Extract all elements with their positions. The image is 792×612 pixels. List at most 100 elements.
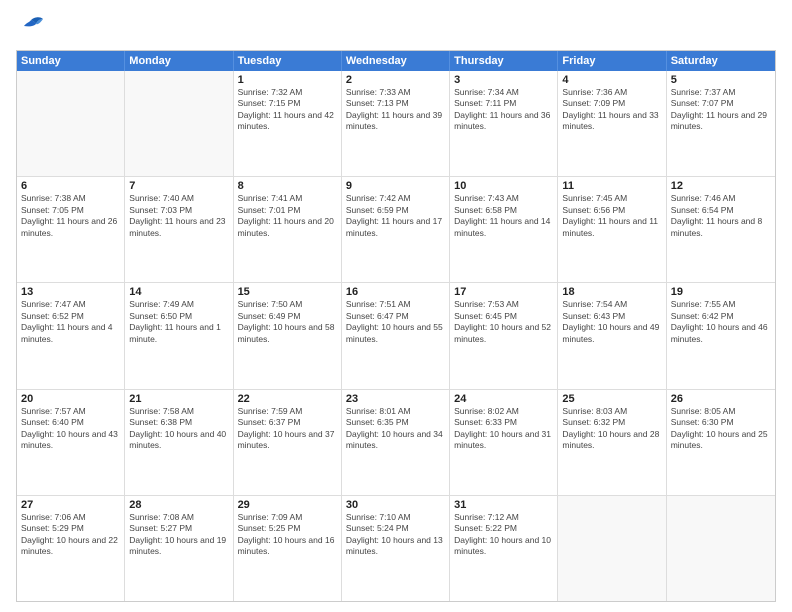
logo-icon [16, 12, 46, 42]
day-number: 15 [238, 286, 337, 298]
day-info: Sunrise: 7:58 AMSunset: 6:38 PMDaylight:… [129, 406, 228, 452]
day-number: 14 [129, 286, 228, 298]
day-cell-3: 3Sunrise: 7:34 AMSunset: 7:11 PMDaylight… [450, 71, 558, 176]
day-info: Sunrise: 7:36 AMSunset: 7:09 PMDaylight:… [562, 87, 661, 133]
calendar-header-row: SundayMondayTuesdayWednesdayThursdayFrid… [17, 51, 775, 71]
day-cell-16: 16Sunrise: 7:51 AMSunset: 6:47 PMDayligh… [342, 283, 450, 388]
day-cell-13: 13Sunrise: 7:47 AMSunset: 6:52 PMDayligh… [17, 283, 125, 388]
day-number: 3 [454, 74, 553, 86]
day-info: Sunrise: 7:34 AMSunset: 7:11 PMDaylight:… [454, 87, 553, 133]
day-cell-11: 11Sunrise: 7:45 AMSunset: 6:56 PMDayligh… [558, 177, 666, 282]
day-cell-24: 24Sunrise: 8:02 AMSunset: 6:33 PMDayligh… [450, 390, 558, 495]
day-cell-4: 4Sunrise: 7:36 AMSunset: 7:09 PMDaylight… [558, 71, 666, 176]
day-info: Sunrise: 8:02 AMSunset: 6:33 PMDaylight:… [454, 406, 553, 452]
day-info: Sunrise: 7:12 AMSunset: 5:22 PMDaylight:… [454, 512, 553, 558]
weekday-header-wednesday: Wednesday [342, 51, 450, 71]
day-info: Sunrise: 7:33 AMSunset: 7:13 PMDaylight:… [346, 87, 445, 133]
weekday-header-sunday: Sunday [17, 51, 125, 71]
day-cell-31: 31Sunrise: 7:12 AMSunset: 5:22 PMDayligh… [450, 496, 558, 601]
day-info: Sunrise: 7:38 AMSunset: 7:05 PMDaylight:… [21, 193, 120, 239]
day-number: 6 [21, 180, 120, 192]
weekday-header-friday: Friday [558, 51, 666, 71]
day-cell-9: 9Sunrise: 7:42 AMSunset: 6:59 PMDaylight… [342, 177, 450, 282]
day-number: 17 [454, 286, 553, 298]
day-number: 29 [238, 499, 337, 511]
day-number: 10 [454, 180, 553, 192]
day-number: 11 [562, 180, 661, 192]
day-cell-empty [125, 71, 233, 176]
day-cell-28: 28Sunrise: 7:08 AMSunset: 5:27 PMDayligh… [125, 496, 233, 601]
day-info: Sunrise: 7:10 AMSunset: 5:24 PMDaylight:… [346, 512, 445, 558]
day-cell-7: 7Sunrise: 7:40 AMSunset: 7:03 PMDaylight… [125, 177, 233, 282]
day-info: Sunrise: 7:43 AMSunset: 6:58 PMDaylight:… [454, 193, 553, 239]
day-cell-26: 26Sunrise: 8:05 AMSunset: 6:30 PMDayligh… [667, 390, 775, 495]
calendar-grid: SundayMondayTuesdayWednesdayThursdayFrid… [16, 50, 776, 602]
weekday-header-saturday: Saturday [667, 51, 775, 71]
day-cell-2: 2Sunrise: 7:33 AMSunset: 7:13 PMDaylight… [342, 71, 450, 176]
day-cell-19: 19Sunrise: 7:55 AMSunset: 6:42 PMDayligh… [667, 283, 775, 388]
day-cell-14: 14Sunrise: 7:49 AMSunset: 6:50 PMDayligh… [125, 283, 233, 388]
day-info: Sunrise: 8:03 AMSunset: 6:32 PMDaylight:… [562, 406, 661, 452]
day-number: 26 [671, 393, 771, 405]
day-cell-29: 29Sunrise: 7:09 AMSunset: 5:25 PMDayligh… [234, 496, 342, 601]
day-info: Sunrise: 7:40 AMSunset: 7:03 PMDaylight:… [129, 193, 228, 239]
day-number: 23 [346, 393, 445, 405]
day-info: Sunrise: 7:06 AMSunset: 5:29 PMDaylight:… [21, 512, 120, 558]
day-info: Sunrise: 7:54 AMSunset: 6:43 PMDaylight:… [562, 299, 661, 345]
day-info: Sunrise: 7:53 AMSunset: 6:45 PMDaylight:… [454, 299, 553, 345]
day-number: 16 [346, 286, 445, 298]
day-number: 20 [21, 393, 120, 405]
day-number: 9 [346, 180, 445, 192]
day-cell-27: 27Sunrise: 7:06 AMSunset: 5:29 PMDayligh… [17, 496, 125, 601]
day-number: 28 [129, 499, 228, 511]
calendar-week-2: 6Sunrise: 7:38 AMSunset: 7:05 PMDaylight… [17, 177, 775, 283]
day-cell-21: 21Sunrise: 7:58 AMSunset: 6:38 PMDayligh… [125, 390, 233, 495]
day-cell-22: 22Sunrise: 7:59 AMSunset: 6:37 PMDayligh… [234, 390, 342, 495]
day-number: 22 [238, 393, 337, 405]
day-number: 4 [562, 74, 661, 86]
calendar-week-5: 27Sunrise: 7:06 AMSunset: 5:29 PMDayligh… [17, 496, 775, 601]
day-cell-25: 25Sunrise: 8:03 AMSunset: 6:32 PMDayligh… [558, 390, 666, 495]
day-cell-10: 10Sunrise: 7:43 AMSunset: 6:58 PMDayligh… [450, 177, 558, 282]
day-cell-empty [558, 496, 666, 601]
day-cell-15: 15Sunrise: 7:50 AMSunset: 6:49 PMDayligh… [234, 283, 342, 388]
day-info: Sunrise: 7:41 AMSunset: 7:01 PMDaylight:… [238, 193, 337, 239]
day-info: Sunrise: 7:57 AMSunset: 6:40 PMDaylight:… [21, 406, 120, 452]
logo [16, 12, 48, 42]
weekday-header-thursday: Thursday [450, 51, 558, 71]
day-number: 31 [454, 499, 553, 511]
day-cell-20: 20Sunrise: 7:57 AMSunset: 6:40 PMDayligh… [17, 390, 125, 495]
day-info: Sunrise: 7:51 AMSunset: 6:47 PMDaylight:… [346, 299, 445, 345]
day-info: Sunrise: 7:45 AMSunset: 6:56 PMDaylight:… [562, 193, 661, 239]
day-cell-empty [17, 71, 125, 176]
day-number: 19 [671, 286, 771, 298]
day-number: 8 [238, 180, 337, 192]
day-cell-8: 8Sunrise: 7:41 AMSunset: 7:01 PMDaylight… [234, 177, 342, 282]
day-cell-6: 6Sunrise: 7:38 AMSunset: 7:05 PMDaylight… [17, 177, 125, 282]
day-info: Sunrise: 7:55 AMSunset: 6:42 PMDaylight:… [671, 299, 771, 345]
day-number: 5 [671, 74, 771, 86]
day-cell-12: 12Sunrise: 7:46 AMSunset: 6:54 PMDayligh… [667, 177, 775, 282]
weekday-header-monday: Monday [125, 51, 233, 71]
day-number: 7 [129, 180, 228, 192]
day-info: Sunrise: 7:32 AMSunset: 7:15 PMDaylight:… [238, 87, 337, 133]
page-header [16, 12, 776, 42]
day-cell-5: 5Sunrise: 7:37 AMSunset: 7:07 PMDaylight… [667, 71, 775, 176]
day-info: Sunrise: 7:42 AMSunset: 6:59 PMDaylight:… [346, 193, 445, 239]
day-cell-23: 23Sunrise: 8:01 AMSunset: 6:35 PMDayligh… [342, 390, 450, 495]
day-info: Sunrise: 8:01 AMSunset: 6:35 PMDaylight:… [346, 406, 445, 452]
day-cell-18: 18Sunrise: 7:54 AMSunset: 6:43 PMDayligh… [558, 283, 666, 388]
day-info: Sunrise: 7:46 AMSunset: 6:54 PMDaylight:… [671, 193, 771, 239]
calendar-week-1: 1Sunrise: 7:32 AMSunset: 7:15 PMDaylight… [17, 71, 775, 177]
day-info: Sunrise: 7:47 AMSunset: 6:52 PMDaylight:… [21, 299, 120, 345]
day-number: 18 [562, 286, 661, 298]
day-info: Sunrise: 8:05 AMSunset: 6:30 PMDaylight:… [671, 406, 771, 452]
calendar-week-4: 20Sunrise: 7:57 AMSunset: 6:40 PMDayligh… [17, 390, 775, 496]
day-number: 27 [21, 499, 120, 511]
calendar-week-3: 13Sunrise: 7:47 AMSunset: 6:52 PMDayligh… [17, 283, 775, 389]
day-number: 2 [346, 74, 445, 86]
day-info: Sunrise: 7:09 AMSunset: 5:25 PMDaylight:… [238, 512, 337, 558]
weekday-header-tuesday: Tuesday [234, 51, 342, 71]
day-info: Sunrise: 7:08 AMSunset: 5:27 PMDaylight:… [129, 512, 228, 558]
day-number: 24 [454, 393, 553, 405]
